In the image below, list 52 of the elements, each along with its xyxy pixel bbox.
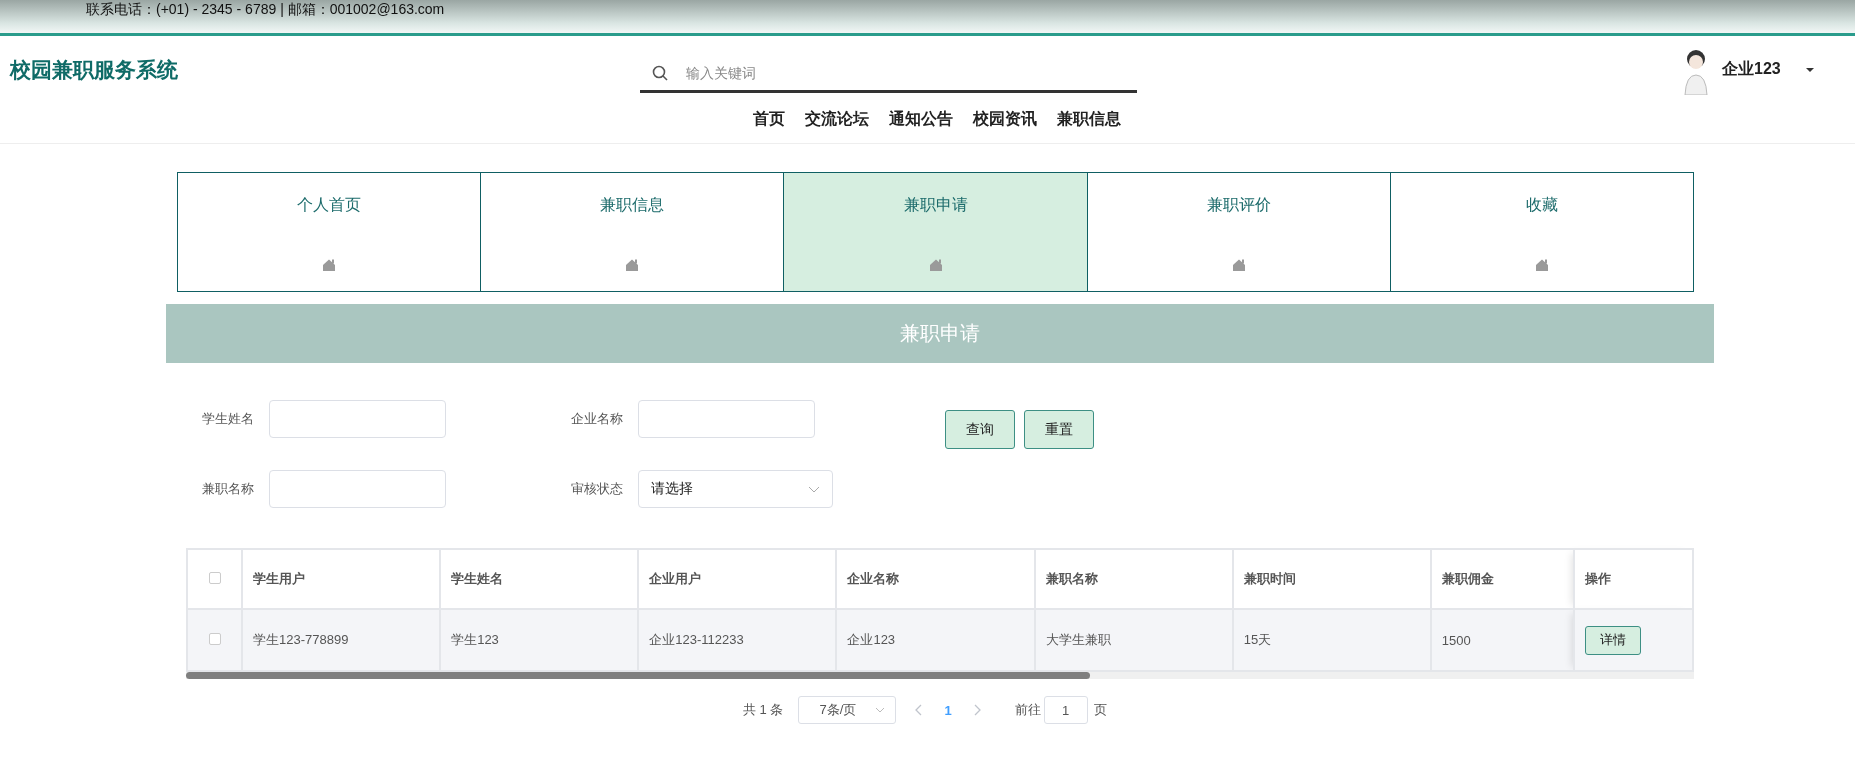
house-icon [322, 258, 337, 272]
details-button[interactable]: 详情 [1584, 625, 1641, 655]
section-title: 兼职申请 [900, 321, 980, 346]
house-icon [1534, 258, 1549, 272]
house-icon [1231, 258, 1246, 272]
house-icon [625, 258, 640, 272]
input-field[interactable] [269, 470, 446, 508]
page-size-select[interactable]: 7条/页 [798, 696, 897, 724]
chevron-icon [875, 707, 886, 713]
nav-tab[interactable]: 兼职信息 [480, 172, 785, 292]
nav-tab[interactable]: 兼职申请 [783, 172, 1088, 292]
table-cell: 学生123-778899 [242, 609, 441, 671]
action-button[interactable]: 重置 [1024, 410, 1094, 449]
nav-link[interactable]: 首页 [753, 109, 785, 130]
input-field[interactable] [638, 400, 815, 438]
table-cell: 大学生兼职 [1034, 609, 1233, 671]
field-label: 学生姓名 [202, 410, 255, 428]
action-button[interactable]: 查询 [945, 410, 1015, 449]
nav-tab[interactable]: 收藏 [1389, 172, 1694, 292]
previous-icon [915, 704, 923, 716]
contact-info: 联系电话：(+01) - 2345 - 6789 | 邮箱：001002@163.com [86, 0, 445, 18]
nav-link[interactable]: 通知公告 [889, 109, 953, 130]
field-label: 企业名称 [571, 410, 624, 428]
field-label: 兼职名称 [202, 480, 255, 498]
search-icon [652, 65, 668, 81]
nav-link[interactable]: 兼职信息 [1057, 109, 1121, 130]
search-field[interactable]: 输入关键词 [684, 64, 1137, 82]
chevron-icon [808, 485, 820, 493]
field-label: 审核状态 [571, 480, 624, 498]
nav-tab[interactable]: 兼职评价 [1086, 172, 1391, 292]
page-input[interactable]: 1 [1043, 696, 1088, 724]
table-cell: 企业123-112233 [638, 609, 837, 671]
site-logo[interactable]: 校园兼职服务系统 [10, 55, 640, 84]
select-field[interactable]: 请选择 [638, 470, 833, 508]
user-name[interactable]: 企业123 [1722, 59, 1781, 80]
nav-tab[interactable]: 个人首页 [177, 172, 482, 292]
house-icon [928, 258, 943, 272]
table-cell: 企业123 [836, 609, 1035, 671]
scrollbar[interactable] [186, 672, 1694, 679]
nav-link[interactable]: 交流论坛 [805, 109, 869, 130]
caret-icon [1804, 66, 1815, 73]
table-cell: 15天 [1232, 609, 1431, 671]
checkbox[interactable] [208, 632, 221, 645]
input-field[interactable] [269, 400, 446, 438]
checkbox[interactable] [208, 571, 221, 584]
next-icon [973, 704, 981, 716]
nav-link[interactable]: 校园资讯 [973, 109, 1037, 130]
total-count: 共 1 条 [743, 701, 784, 719]
page-suffix: 页 [1093, 701, 1107, 719]
table-cell: 1500 [1430, 609, 1574, 671]
goto-label: 前往 [1014, 701, 1041, 719]
table-cell: 学生123 [440, 609, 639, 671]
